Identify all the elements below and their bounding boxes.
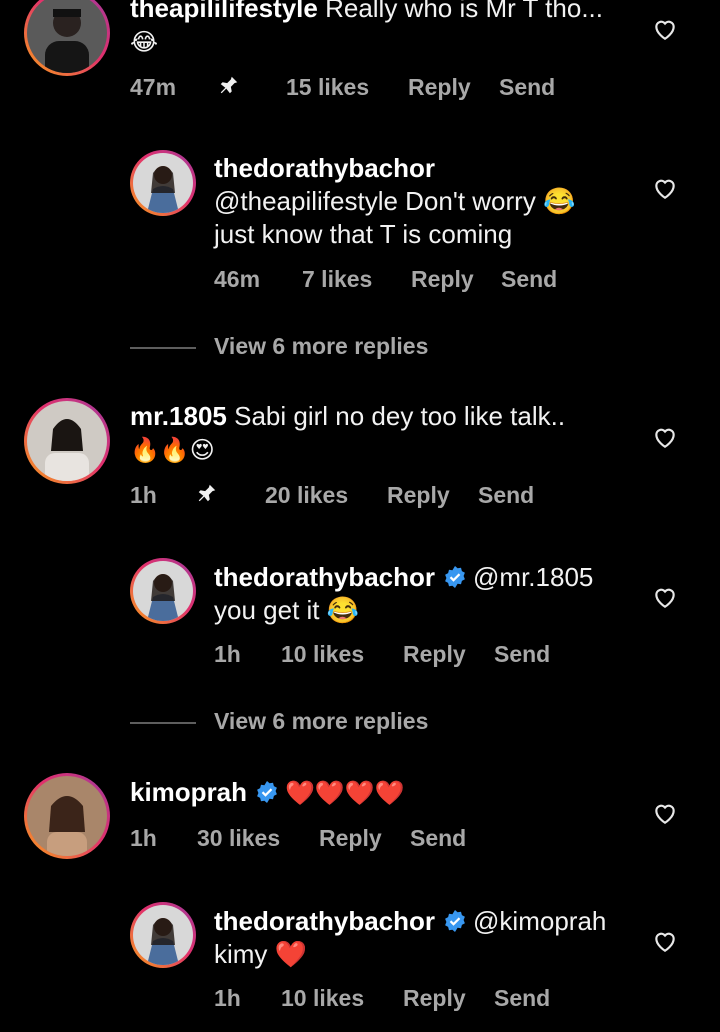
- comment-time: 46m: [214, 266, 261, 292]
- send-button[interactable]: Send: [499, 74, 555, 101]
- reply-button[interactable]: Reply: [387, 482, 450, 509]
- divider: [130, 347, 196, 349]
- comment-text: thedorathybachor @mr.1805 you get it 😂: [214, 561, 593, 627]
- avatar[interactable]: [130, 902, 196, 968]
- heart-icon[interactable]: [652, 17, 678, 41]
- reply-button[interactable]: Reply: [403, 985, 466, 1012]
- comment-text: kimoprah ❤️❤️❤️❤️: [130, 776, 405, 810]
- view-more-label[interactable]: View 6 more replies: [214, 708, 428, 735]
- comment-username[interactable]: thedorathybachor: [214, 153, 435, 183]
- comment-username[interactable]: thedorathybachor: [214, 562, 435, 592]
- view-more-replies[interactable]: View 6 more replies: [0, 333, 720, 363]
- verified-badge-icon: [445, 566, 465, 588]
- comment-time: 1h: [214, 641, 241, 667]
- heart-icon[interactable]: [652, 425, 678, 449]
- comment-time: 1h: [130, 482, 157, 508]
- comment-username[interactable]: thedorathybachor: [214, 906, 435, 936]
- reply-button[interactable]: Reply: [408, 74, 471, 101]
- comment-username[interactable]: theapililifestyle: [130, 0, 318, 23]
- comment-emoji: 🔥🔥😍: [130, 436, 215, 464]
- comment-body: kimy ❤️: [214, 939, 308, 969]
- send-button[interactable]: Send: [410, 825, 466, 852]
- likes-count[interactable]: 20 likes: [265, 482, 348, 509]
- comment-time: 47m: [130, 74, 177, 100]
- pin-icon: [220, 76, 238, 94]
- avatar[interactable]: [24, 0, 110, 76]
- likes-count[interactable]: 7 likes: [302, 266, 372, 293]
- divider: [130, 722, 196, 724]
- comment-body-line2: just know that T is coming: [214, 219, 513, 249]
- likes-count[interactable]: 10 likes: [281, 985, 364, 1012]
- send-button[interactable]: Send: [478, 482, 534, 509]
- comment-text: thedorathybachor @kimoprah kimy ❤️: [214, 905, 606, 971]
- avatar[interactable]: [130, 558, 196, 624]
- mention-link[interactable]: @kimoprah: [473, 906, 606, 936]
- view-more-replies[interactable]: View 6 more replies: [0, 708, 720, 738]
- pin-icon: [198, 484, 216, 502]
- send-button[interactable]: Send: [501, 266, 557, 293]
- likes-count[interactable]: 10 likes: [281, 641, 364, 668]
- heart-icon[interactable]: [652, 176, 678, 200]
- likes-count[interactable]: 15 likes: [286, 74, 369, 101]
- comment-text: theapililifestyle Really who is Mr T tho…: [130, 0, 603, 59]
- heart-icon[interactable]: [652, 801, 678, 825]
- comment-text: thedorathybachor @theapilifestyle Don't …: [214, 152, 575, 251]
- verified-badge-icon: [445, 910, 465, 932]
- comment-body: Really who is Mr T tho...: [325, 0, 603, 23]
- comment-emoji: 😂: [130, 28, 159, 56]
- mention-link[interactable]: @mr.1805: [473, 562, 593, 592]
- avatar[interactable]: [24, 773, 110, 859]
- comment-body: you get it 😂: [214, 595, 360, 625]
- likes-count[interactable]: 30 likes: [197, 825, 280, 852]
- comment-body: Sabi girl no dey too like talk..: [234, 401, 566, 431]
- heart-icon[interactable]: [652, 929, 678, 953]
- avatar[interactable]: [24, 398, 110, 484]
- comment-body-line1: @theapilifestyle Don't worry 😂: [214, 186, 576, 216]
- reply-button[interactable]: Reply: [319, 825, 382, 852]
- avatar[interactable]: [130, 150, 196, 216]
- comment-emoji: ❤️❤️❤️❤️: [285, 779, 405, 807]
- comment-username[interactable]: kimoprah: [130, 777, 247, 807]
- comment-time: 1h: [130, 825, 157, 851]
- heart-icon[interactable]: [652, 585, 678, 609]
- comment-username[interactable]: mr.1805: [130, 401, 227, 431]
- verified-badge-icon: [257, 781, 277, 803]
- send-button[interactable]: Send: [494, 641, 550, 668]
- comment-time: 1h: [214, 985, 241, 1011]
- view-more-label[interactable]: View 6 more replies: [214, 333, 428, 360]
- reply-button[interactable]: Reply: [411, 266, 474, 293]
- reply-button[interactable]: Reply: [403, 641, 466, 668]
- send-button[interactable]: Send: [494, 985, 550, 1012]
- comment-text: mr.1805 Sabi girl no dey too like talk..…: [130, 400, 565, 467]
